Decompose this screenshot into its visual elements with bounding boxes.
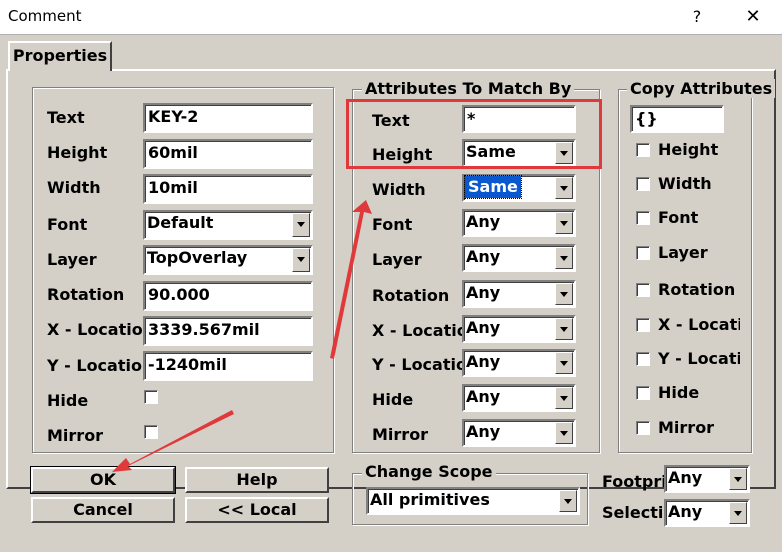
comment-dialog: Comment ? ✕ Properties Text KEY-2 Height… xyxy=(0,0,782,552)
arrow-to-width xyxy=(330,200,372,359)
annotation-arrows xyxy=(112,200,372,472)
tab-properties[interactable]: Properties xyxy=(8,41,112,71)
arrow-to-ok xyxy=(112,410,234,472)
